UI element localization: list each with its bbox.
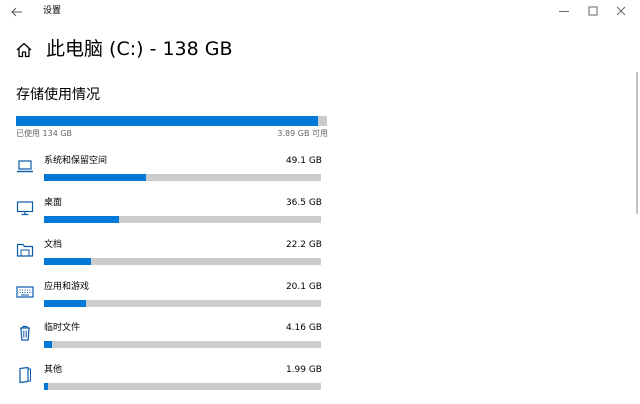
category-size: 20.1 GB xyxy=(285,282,322,292)
category-label: 桌面 xyxy=(44,198,63,208)
category-bar xyxy=(44,174,321,181)
category-bar xyxy=(44,341,321,348)
category-row-apps[interactable]: 应用和游戏 20.1 GB xyxy=(0,281,340,317)
category-bar xyxy=(44,383,321,390)
category-row-desktop[interactable]: 桌面 36.5 GB xyxy=(0,197,340,233)
close-icon xyxy=(616,6,626,16)
category-bar-fill xyxy=(44,216,119,223)
section-title: 存储使用情况 xyxy=(16,87,100,103)
laptop-icon xyxy=(17,160,33,173)
category-bar-fill xyxy=(44,258,92,265)
category-row-other[interactable]: 其他 1.99 GB xyxy=(0,364,340,400)
category-row-system[interactable]: 系统和保留空间 49.1 GB xyxy=(0,155,340,191)
maximize-icon xyxy=(588,6,598,16)
category-size: 1.99 GB xyxy=(285,365,322,375)
keyboard-icon xyxy=(16,286,34,298)
page-title: 此电脑 (C:) - 138 GB xyxy=(46,38,233,60)
category-row-temp[interactable]: 临时文件 4.16 GB xyxy=(0,322,340,358)
close-button[interactable] xyxy=(602,0,640,22)
category-size: 49.1 GB xyxy=(285,156,322,166)
back-arrow-icon xyxy=(11,7,22,17)
category-label: 系统和保留空间 xyxy=(44,156,108,166)
minimize-icon xyxy=(559,11,569,12)
folder-icon xyxy=(16,243,34,257)
category-bar xyxy=(44,258,321,265)
category-bar-fill xyxy=(44,174,147,181)
category-bar xyxy=(44,216,321,223)
scrollbar[interactable] xyxy=(636,72,638,214)
title-bar: 设置 xyxy=(0,0,640,24)
category-label: 文档 xyxy=(44,240,63,250)
category-size: 4.16 GB xyxy=(285,323,322,333)
back-button[interactable] xyxy=(6,2,28,22)
monitor-icon xyxy=(16,201,34,216)
category-bar-fill xyxy=(44,300,86,307)
total-usage-bar xyxy=(16,116,327,126)
home-icon[interactable] xyxy=(15,41,33,59)
category-bar-fill xyxy=(44,383,49,390)
category-bar-fill xyxy=(44,341,53,348)
used-space-text: 已使用 134 GB xyxy=(16,129,73,138)
category-label: 应用和游戏 xyxy=(44,282,90,292)
trash-icon xyxy=(20,325,30,341)
category-label: 其他 xyxy=(44,365,63,375)
category-size: 22.2 GB xyxy=(285,240,322,250)
settings-window: 设置 此电脑 (C:) - 138 GB 存储使用情况 已使用 134 GB 3… xyxy=(0,0,640,404)
total-usage-fill xyxy=(16,116,319,126)
document-icon xyxy=(19,366,31,384)
category-size: 36.5 GB xyxy=(285,198,322,208)
category-label: 临时文件 xyxy=(44,323,81,333)
free-space-text: 3.89 GB 可用 xyxy=(277,129,328,138)
category-row-documents[interactable]: 文档 22.2 GB xyxy=(0,239,340,275)
category-bar xyxy=(44,300,321,307)
window-title: 设置 xyxy=(43,6,62,16)
